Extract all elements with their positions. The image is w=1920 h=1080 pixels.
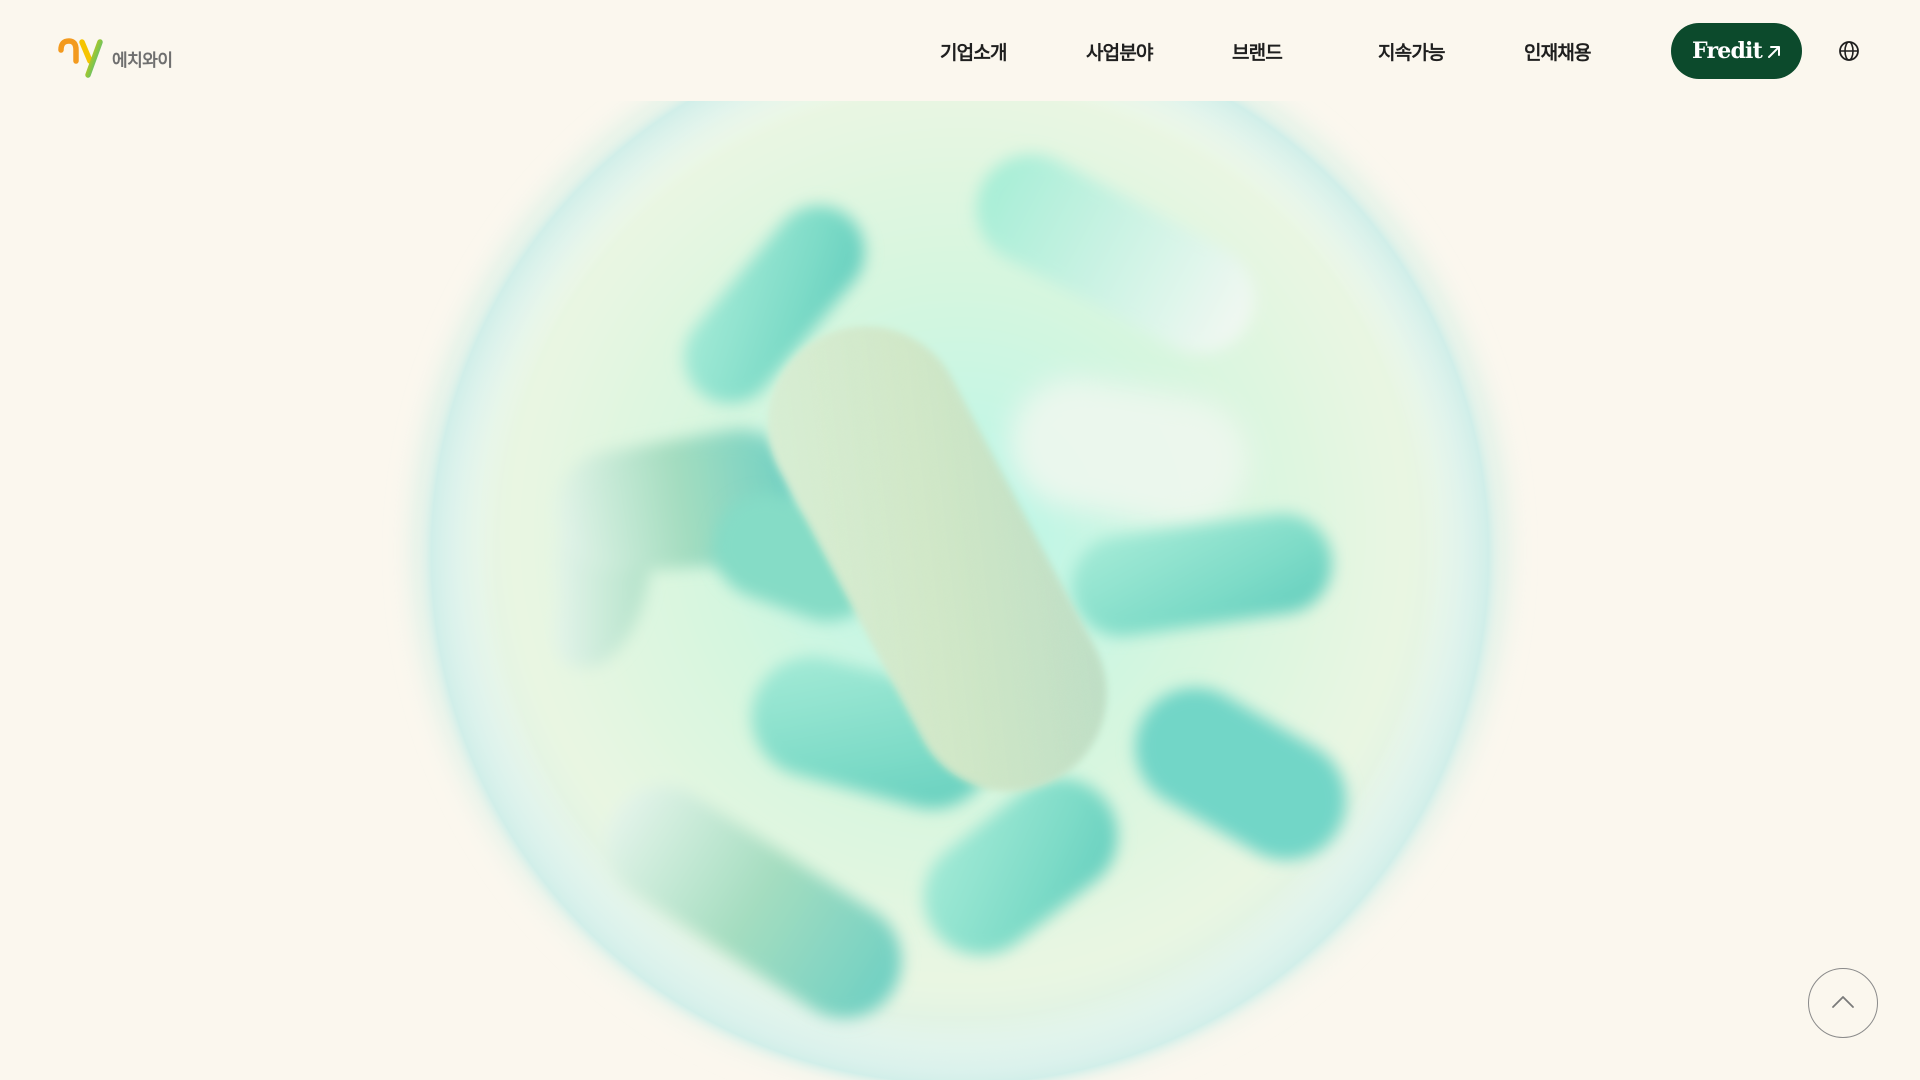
nav-item-careers[interactable]: 인재채용 (1524, 38, 1592, 65)
fredit-button[interactable]: Fredit (1671, 23, 1802, 79)
globe-icon[interactable] (1838, 40, 1860, 62)
probiotic-sphere-illustration (415, 101, 1505, 1080)
hero-visual (0, 101, 1920, 1080)
nav-item-brand[interactable]: 브랜드 (1232, 38, 1283, 65)
nav-item-business[interactable]: 사업분야 (1086, 38, 1154, 65)
site-header: 에치와이 기업소개 사업분야 브랜드 지속가능 인재채용 Fredit (0, 0, 1920, 101)
arrow-up-right-icon (1767, 44, 1781, 58)
scroll-top-button[interactable] (1808, 968, 1878, 1038)
main-nav: 기업소개 사업분야 브랜드 지속가능 인재채용 (0, 0, 1920, 101)
chevron-up-icon (1831, 994, 1855, 1013)
fredit-label: Fredit (1692, 38, 1763, 64)
page: 에치와이 기업소개 사업분야 브랜드 지속가능 인재채용 Fredit (0, 0, 1920, 1080)
nav-item-company[interactable]: 기업소개 (940, 38, 1008, 65)
nav-item-sustainability[interactable]: 지속가능 (1378, 38, 1446, 65)
